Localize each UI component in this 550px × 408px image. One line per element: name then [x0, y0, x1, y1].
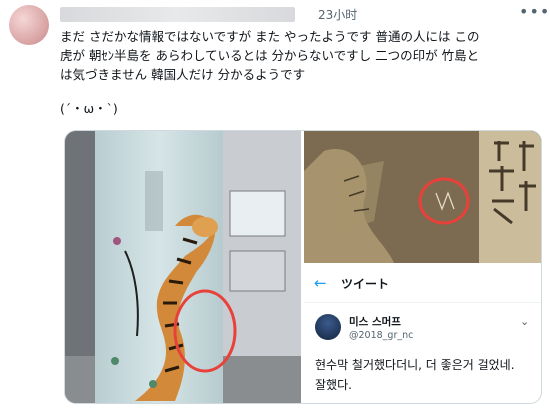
- author-avatar[interactable]: [9, 5, 49, 45]
- quoted-card-title: ツイート: [341, 277, 390, 291]
- quoted-tweet-card[interactable]: ← ツイート 미스 스머프 @2018_gr_nc ⌄ 현수막 철거했다더니, …: [304, 266, 541, 403]
- tweet-kaomoji: (´・ω・`): [60, 101, 118, 116]
- chevron-down-icon[interactable]: ⌄: [520, 315, 529, 328]
- tiger-mural-illustration: [65, 131, 301, 403]
- tiger-mural-photo[interactable]: [65, 131, 301, 403]
- more-dots-icon[interactable]: •••: [519, 2, 550, 21]
- tweet-text: まだ さだかな情報ではないですが また やったようです 普通の人には この 虎が…: [60, 29, 480, 82]
- author-name-blurred[interactable]: [60, 7, 295, 22]
- back-arrow-icon[interactable]: ←: [314, 274, 327, 292]
- old-map-photo[interactable]: [304, 131, 541, 263]
- quoted-card-header: ← ツイート: [304, 266, 541, 303]
- quoted-tweet-text: 현수막 철거했다더니, 더 좋은거 걸었네. 잘했다.: [315, 358, 515, 392]
- tweet-timestamp[interactable]: 23小时: [318, 6, 357, 23]
- old-map-illustration: [304, 131, 541, 263]
- quoted-author-handle[interactable]: @2018_gr_nc: [349, 330, 413, 341]
- quoted-author-name[interactable]: 미스 스머프: [349, 314, 401, 329]
- quoted-author-avatar[interactable]: [315, 314, 341, 340]
- tweet-media[interactable]: ← ツイート 미스 스머프 @2018_gr_nc ⌄ 현수막 철거했다더니, …: [64, 130, 542, 404]
